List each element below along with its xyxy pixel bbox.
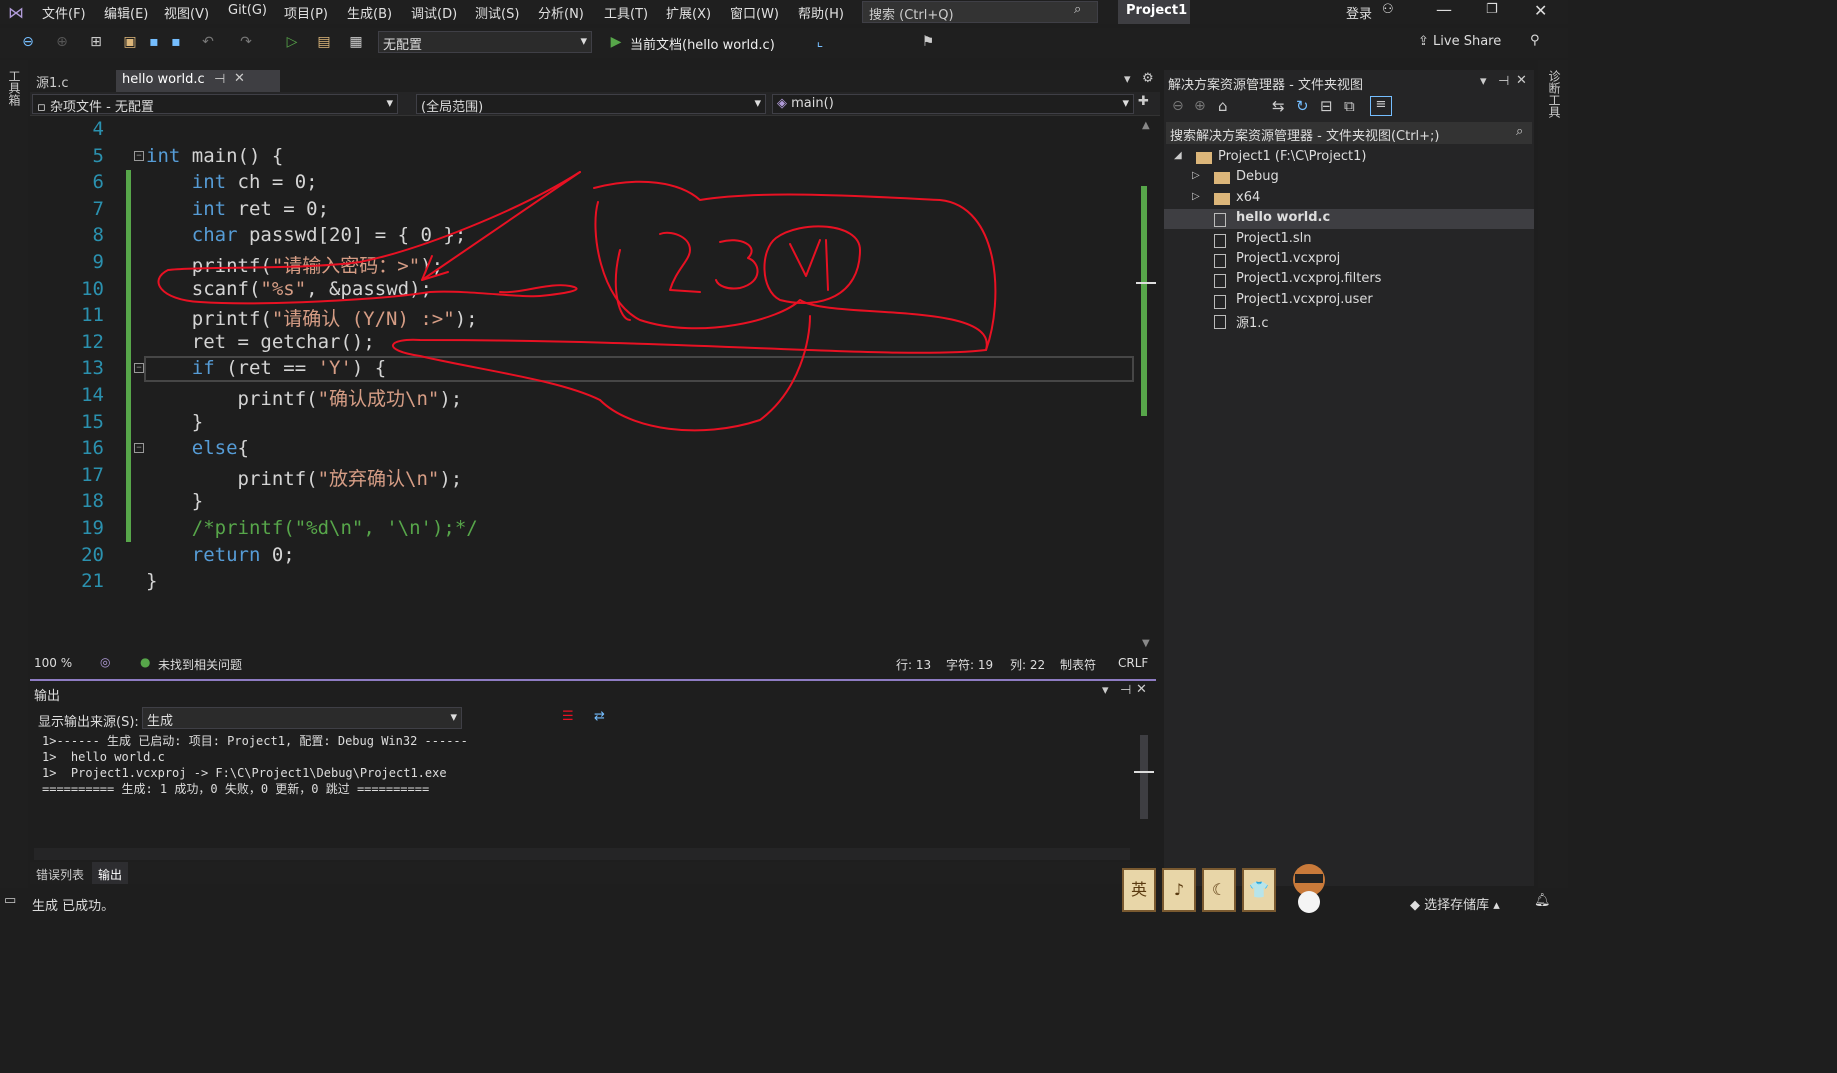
ime-badge-lang[interactable]: 英 bbox=[1122, 868, 1156, 912]
collapse-all-icon[interactable]: ⊟ bbox=[1320, 97, 1333, 115]
show-all-icon[interactable]: ⧉ bbox=[1344, 97, 1355, 115]
row-indicator: 行: 13 bbox=[896, 658, 932, 672]
output-title: 输出 bbox=[34, 689, 61, 704]
output-panel: 输出 ▾ ⊣ ✕ 显示输出来源(S): 生成 ▾ ☰ ⇄ 1>------ 生成… bbox=[30, 679, 1156, 857]
tree-item-label: Project1.sln bbox=[1236, 230, 1312, 246]
tree-item[interactable]: hello world.c bbox=[1164, 209, 1534, 230]
folder-icon bbox=[1196, 152, 1212, 164]
back-icon[interactable]: ⊖ bbox=[1172, 98, 1184, 114]
folder-icon bbox=[1214, 172, 1230, 185]
intellisense-icon[interactable]: ◎ bbox=[100, 655, 110, 669]
forward-icon[interactable]: ⊕ bbox=[1194, 98, 1206, 114]
zoom-dropdown[interactable]: 100 % bbox=[34, 656, 72, 670]
eol-indicator[interactable]: CRLF bbox=[1118, 656, 1148, 670]
status-bar: ▭ 生成 已成功。 ◆ 选择存储库 ▴ 🔔︎ bbox=[0, 888, 1568, 916]
output-source-value: 生成 bbox=[147, 714, 174, 729]
chevron-down-icon: ▾ bbox=[450, 710, 457, 725]
clear-all-icon[interactable]: ☰ bbox=[562, 709, 574, 724]
panel-menu-chevron-icon[interactable]: ▾ bbox=[1480, 74, 1487, 89]
tree-item-label: Project1.vcxproj.filters bbox=[1236, 271, 1382, 287]
properties-icon[interactable]: ≡ bbox=[1370, 96, 1392, 116]
solution-tree: ◢ Project1 (F:\C\Project1) ▷ Debug ▷ x64 hello… bbox=[1164, 148, 1534, 348]
pin-icon[interactable]: ⊣ bbox=[1498, 74, 1509, 89]
tree-item-label: Project1.vcxproj bbox=[1236, 251, 1341, 266]
file-icon bbox=[1214, 294, 1226, 309]
ime-badge-moon[interactable]: ☾ bbox=[1202, 868, 1236, 912]
panel-close-icon[interactable]: ✕ bbox=[1136, 682, 1147, 697]
output-source-label: 显示输出来源(S): bbox=[38, 715, 139, 730]
output-text[interactable]: 1>------ 生成 已启动: 项目: Project1, 配置: Debug… bbox=[42, 733, 468, 797]
char-indicator: 字符: 19 bbox=[946, 658, 994, 672]
collapsed-arrow-icon[interactable]: ▷ bbox=[1192, 170, 1200, 181]
repo-label: 选择存储库 bbox=[1424, 898, 1490, 913]
tree-item-label: Project1 (F:\C\Project1) bbox=[1218, 149, 1367, 164]
tree-item-label: x64 bbox=[1236, 189, 1261, 205]
editor-scrollbar[interactable]: ▲ ▼ bbox=[1136, 116, 1156, 652]
panel-menu-chevron-icon[interactable]: ▾ bbox=[1102, 683, 1109, 698]
expanded-arrow-icon[interactable]: ◢ bbox=[1174, 150, 1182, 161]
solution-explorer-title: 解决方案资源管理器 - 文件夹视图 bbox=[1168, 78, 1363, 93]
repo-selector[interactable]: ◆ 选择存储库 ▴ bbox=[1410, 894, 1500, 913]
tab-output[interactable]: 输出 bbox=[92, 862, 129, 884]
sync-icon[interactable]: ⇆ bbox=[1272, 97, 1285, 115]
tree-item[interactable]: Project1.vcxproj.filters bbox=[1164, 270, 1534, 290]
check-circle-icon: ● bbox=[140, 655, 151, 669]
folder-icon bbox=[1214, 192, 1230, 205]
build-status-message: 生成 已成功。 bbox=[32, 899, 115, 914]
refresh-icon[interactable]: ↻ bbox=[1296, 97, 1309, 115]
output-scroll-thumb[interactable] bbox=[1140, 735, 1148, 819]
word-wrap-icon[interactable]: ⇄ bbox=[594, 709, 605, 724]
issues-status[interactable]: 未找到相关问题 bbox=[158, 656, 242, 673]
solution-search-input[interactable]: 搜索解决方案资源管理器 - 文件夹视图(Ctrl+;) bbox=[1166, 122, 1532, 144]
tree-item[interactable]: Project1.vcxproj bbox=[1164, 250, 1534, 270]
file-icon bbox=[1214, 254, 1226, 268]
panel-close-icon[interactable]: ✕ bbox=[1516, 73, 1527, 88]
tree-item[interactable]: ▷ x64 bbox=[1164, 189, 1534, 209]
ime-badge-music[interactable]: ♪ bbox=[1162, 868, 1196, 912]
solution-explorer: 解决方案资源管理器 - 文件夹视图 ▾ ⊣ ✕ ⊖ ⊕ ⌂ ⇆ ↻ ⊟ ⧉ ≡ … bbox=[1164, 70, 1534, 886]
tree-item[interactable]: ▷ Debug bbox=[1164, 168, 1534, 188]
tree-item-label: Debug bbox=[1236, 169, 1279, 185]
file-icon bbox=[1214, 233, 1226, 248]
ime-badge-skin[interactable]: 👕 bbox=[1242, 868, 1276, 912]
tree-item-label: hello world.c bbox=[1236, 210, 1331, 226]
scroll-down-icon[interactable]: ▼ bbox=[1142, 638, 1150, 649]
bell-icon[interactable]: 🔔︎ bbox=[1534, 893, 1551, 908]
output-scroll-marker bbox=[1134, 771, 1154, 773]
tab-error-list[interactable]: 错误列表 bbox=[36, 866, 84, 883]
tabs-indicator[interactable]: 制表符 bbox=[1060, 656, 1096, 673]
collapsed-arrow-icon[interactable]: ▷ bbox=[1192, 191, 1200, 202]
git-icon: ◆ bbox=[1410, 898, 1425, 913]
home-icon[interactable]: ⌂ bbox=[1218, 97, 1228, 115]
editor-status-row: 100 % ◎ ● 未找到相关问题 行: 13 字符: 19 列: 22 制表符… bbox=[30, 652, 1160, 674]
bottom-tab-strip: 错误列表 输出 bbox=[30, 862, 1156, 884]
file-icon bbox=[1214, 315, 1226, 330]
ime-mascot-icon[interactable] bbox=[1286, 856, 1332, 914]
scroll-marker bbox=[1136, 282, 1156, 284]
file-icon bbox=[1214, 213, 1226, 228]
chevron-up-icon: ▴ bbox=[1489, 898, 1500, 913]
tree-item[interactable]: ◢ Project1 (F:\C\Project1) bbox=[1164, 148, 1534, 168]
tree-item-label: Project1.vcxproj.user bbox=[1236, 291, 1373, 307]
search-icon[interactable]: ⌕ bbox=[1516, 124, 1523, 139]
pin-icon[interactable]: ⊣ bbox=[1120, 683, 1131, 698]
tree-item[interactable]: Project1.sln bbox=[1164, 230, 1534, 250]
output-hscroll[interactable] bbox=[34, 848, 1130, 860]
tree-item-label: 源1.c bbox=[1236, 316, 1269, 332]
tree-item[interactable]: 源1.c bbox=[1164, 311, 1534, 331]
scroll-thumb[interactable] bbox=[1141, 186, 1147, 416]
scroll-up-icon[interactable]: ▲ bbox=[1142, 120, 1150, 131]
col-indicator: 列: 22 bbox=[1010, 658, 1046, 672]
file-icon bbox=[1214, 274, 1226, 289]
output-source-dropdown[interactable]: 生成 ▾ bbox=[142, 707, 462, 729]
notification-icon[interactable]: ▭ bbox=[4, 893, 16, 908]
tree-item[interactable]: Project1.vcxproj.user bbox=[1164, 291, 1534, 311]
